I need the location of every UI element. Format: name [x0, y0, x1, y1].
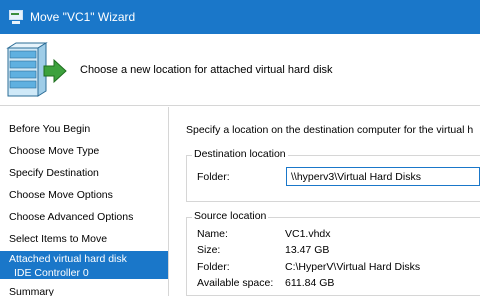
source-name-value: VC1.vhdx	[285, 228, 331, 240]
nav-item-choose-move-type[interactable]: Choose Move Type	[0, 144, 168, 158]
source-location-label: Source location	[192, 210, 269, 222]
nav-item-label: Summary	[9, 286, 54, 296]
nav-item-label: Specify Destination	[9, 167, 99, 179]
server-stack-icon	[6, 42, 67, 97]
header-text: Choose a new location for attached virtu…	[80, 64, 333, 76]
source-size-value: 13.47 GB	[285, 244, 330, 256]
nav-item-summary[interactable]: Summary	[0, 285, 168, 296]
source-size-label: Size:	[197, 244, 221, 256]
nav-item-sublabel: IDE Controller 0	[14, 267, 89, 279]
nav-item-select-items-to-move[interactable]: Select Items to Move	[0, 232, 168, 246]
nav-item-label: Choose Move Options	[9, 189, 113, 201]
wizard-content: Specify a location on the destination co…	[178, 107, 480, 296]
nav-item-choose-advanced-options[interactable]: Choose Advanced Options	[0, 210, 168, 224]
nav-item-attached-virtual-hard-disk[interactable]: Attached virtual hard disk IDE Controlle…	[0, 251, 168, 279]
source-available-space-label: Available space:	[197, 277, 274, 289]
hyper-v-manager-icon	[8, 9, 24, 25]
nav-item-choose-move-options[interactable]: Choose Move Options	[0, 188, 168, 202]
nav-item-before-you-begin[interactable]: Before You Begin	[0, 122, 168, 136]
wizard-step-list: Before You Begin Choose Move Type Specif…	[0, 107, 169, 296]
destination-location-label: Destination location	[192, 148, 288, 160]
source-folder-value: C:\HyperV\Virtual Hard Disks	[285, 261, 421, 273]
title-bar[interactable]: Move "VC1" Wizard	[0, 0, 480, 34]
wizard-header: Choose a new location for attached virtu…	[0, 34, 480, 106]
nav-item-label: Choose Advanced Options	[9, 211, 134, 223]
nav-item-label: Attached virtual hard disk	[9, 253, 127, 265]
destination-folder-label: Folder:	[197, 171, 230, 183]
nav-item-specify-destination[interactable]: Specify Destination	[0, 166, 168, 180]
destination-folder-input[interactable]	[286, 167, 480, 186]
nav-item-label: Select Items to Move	[9, 233, 108, 245]
window-title: Move "VC1" Wizard	[30, 10, 136, 24]
nav-item-label: Before You Begin	[9, 123, 91, 135]
nav-item-label: Choose Move Type	[9, 145, 100, 157]
source-folder-label: Folder:	[197, 261, 230, 273]
source-available-space-value: 611.84 GB	[285, 277, 335, 289]
intro-text: Specify a location on the destination co…	[186, 124, 474, 136]
source-name-label: Name:	[197, 228, 228, 240]
